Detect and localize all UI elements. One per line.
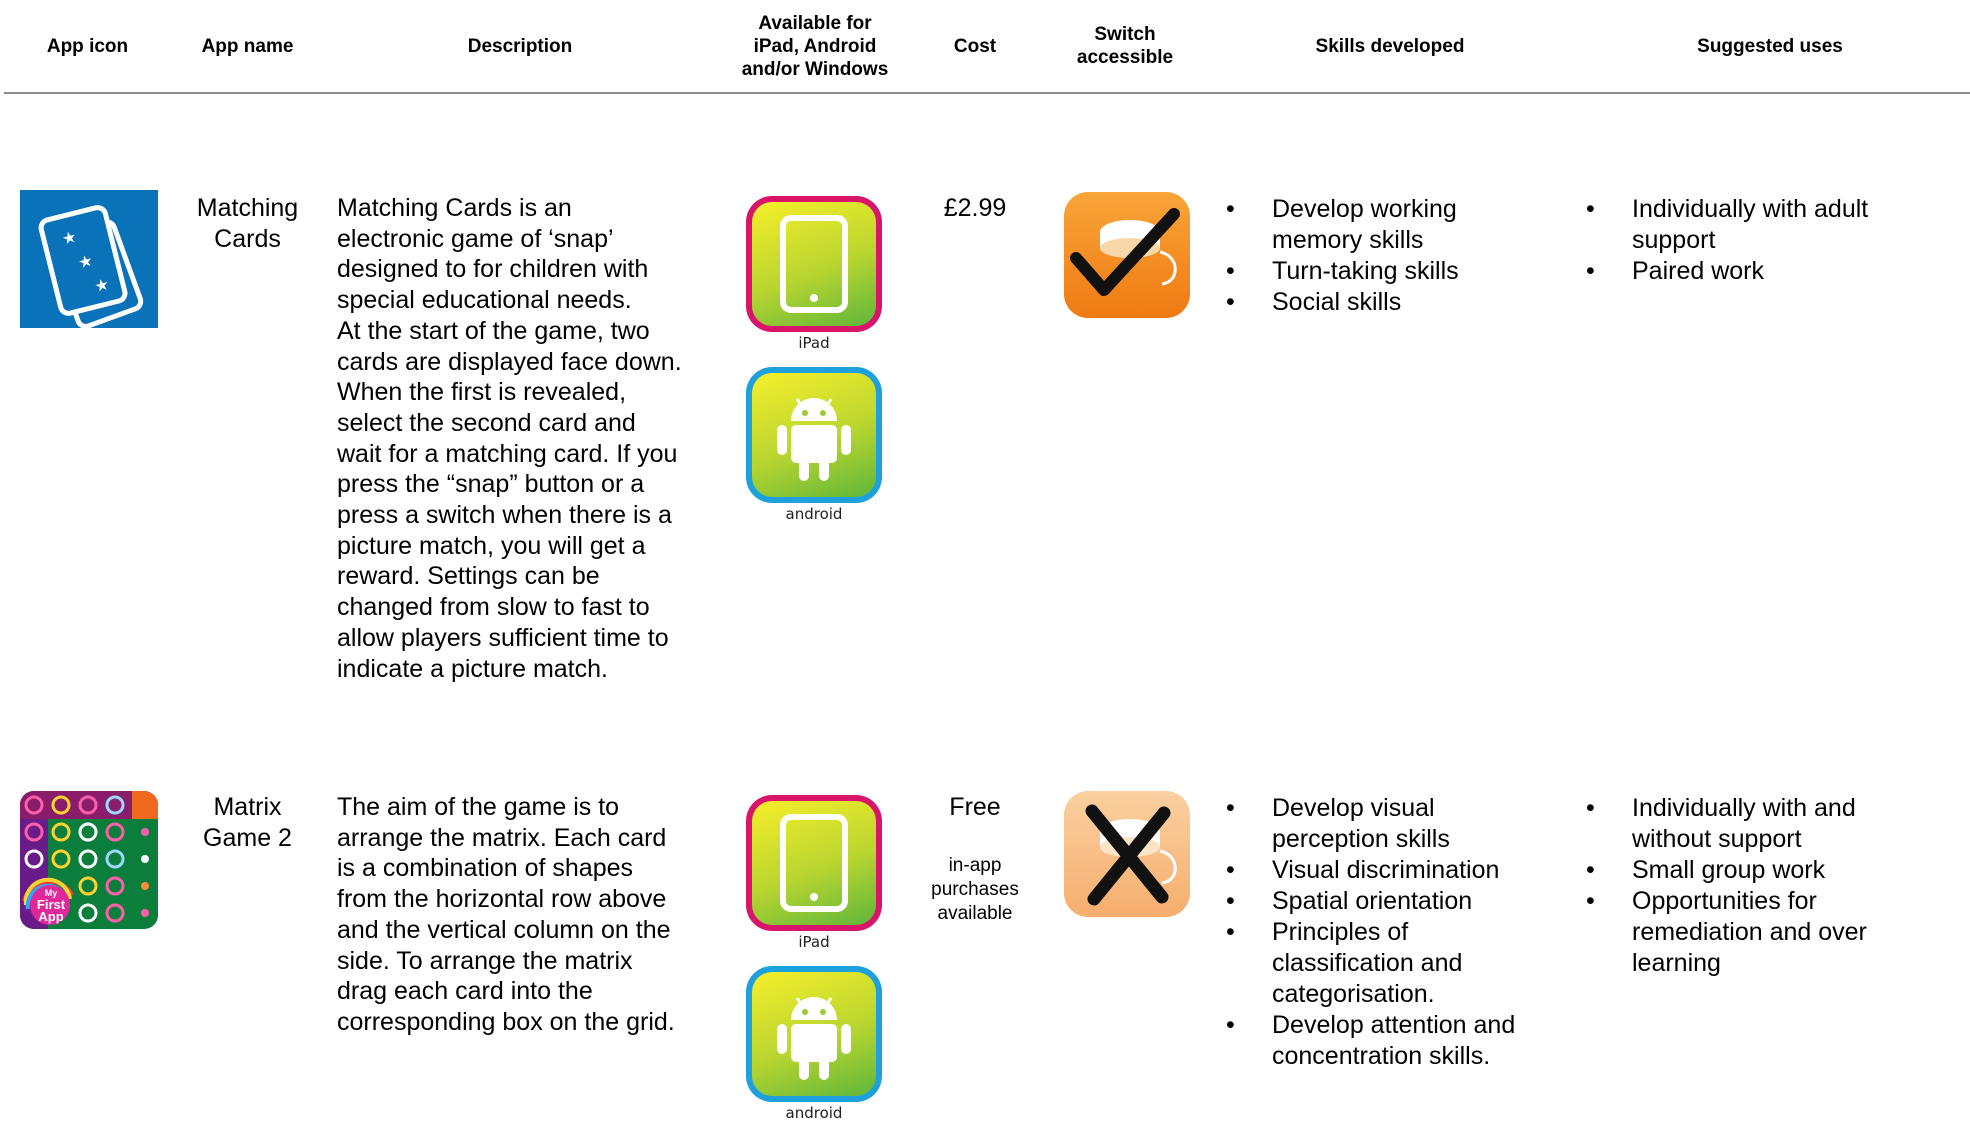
description-line: and the vertical column on the [337,915,671,944]
skill-item: Social skills [1222,287,1562,318]
uses-list: Individually with adultsupportPaired wor… [1582,194,1952,287]
tablet-icon [780,215,848,313]
app-name: Matrix Game 2 [203,793,292,852]
table-header: App icon App name Description Available … [0,0,1970,94]
skill-item: Visual discrimination [1222,855,1562,886]
app-description: Matching Cards is an electronic game of ‘… [337,193,717,684]
skill-item: Develop attention andconcentration skill… [1222,1010,1562,1072]
description-line: The aim of the game is to [337,793,620,821]
platform-ipad: iPad [744,795,884,951]
platform-label: android [785,1104,843,1122]
description-line: cards are displayed face down. [337,347,682,376]
description-line: purchases [931,879,1019,900]
description-line: wait for a matching card. If you [337,439,678,468]
cross-icon [1085,804,1177,906]
skill-item: Principles ofclassification andcategoris… [1222,917,1562,1010]
description-line: is a combination of shapes [337,854,634,883]
cost-note: in-app purchases available [920,854,1030,926]
my-first-app-logo: My First App [36,888,66,924]
skills-list: Develop visualperception skillsVisual di… [1222,793,1562,1072]
cost-value: Free [949,793,1001,821]
switch-accessible-yes [1064,192,1190,318]
android-robot-icon [777,997,851,1080]
description-line: press a switch when there is a [337,501,672,530]
platform-label: android [785,505,843,523]
use-item: Individually with adultsupport [1582,194,1952,256]
description-line: available [937,903,1013,924]
description-line: side. To arrange the matrix [337,946,633,975]
use-item: Paired work [1582,256,1952,287]
description-line: arrange the matrix. Each card [337,823,667,852]
app-name: Matching Cards [196,194,299,253]
description-line: At the start of the game, two [337,316,650,345]
platform-label: iPad [798,933,830,951]
description-line: select the second card and [337,408,636,437]
description-line: corresponding box on the grid. [337,1007,675,1036]
description-line: special educational needs. [337,286,632,315]
matrix-game-app-icon: My First App [20,791,158,929]
cost-value: £2.99 [943,194,1007,222]
description-line: indicate a picture match. [337,654,608,683]
platform-android: android [744,367,884,523]
description-line: picture match, you will get a [337,531,646,560]
description-line: reward. Settings can be [337,562,600,591]
tablet-icon [780,814,848,912]
description-line: in-app [948,855,1002,876]
description-line: When the first is revealed, [337,378,627,407]
platform-label: iPad [798,334,830,352]
switch-accessible-no [1064,791,1190,917]
header-skills: Skills developed [1315,35,1465,57]
header-uses: Suggested uses [1697,35,1843,57]
use-item: Small group work [1582,855,1952,886]
description-line: allow players sufficient time to [337,623,669,652]
app-description: The aim of the game is to arrange the mat… [337,792,717,1038]
header-available: Available for iPad, Android and/or Windo… [741,12,889,80]
skill-item: Develop visualperception skills [1222,793,1562,855]
description-line: electronic game of ‘snap’ [337,224,614,253]
header-switch-accessible: Switch accessible [1076,24,1174,68]
description-line: from the horizontal row above [337,885,667,914]
matching-cards-app-icon: ★ ★ ★ [20,190,158,328]
description-line: Matching Cards is an [337,194,572,222]
description-line: press the “snap” button or a [337,470,645,499]
skills-list: Develop workingmemory skillsTurn-taking … [1222,194,1562,318]
description-line: drag each card into the [337,977,593,1006]
header-description: Description [467,35,573,57]
skill-item: Turn-taking skills [1222,256,1562,287]
skill-item: Spatial orientation [1222,886,1562,917]
header-cost: Cost [953,35,997,57]
header-app-name: App name [201,35,294,57]
header-divider [4,92,1970,94]
platform-ipad: iPad [744,196,884,352]
description-line: changed from slow to fast to [337,593,650,622]
header-app-icon: App icon [46,35,129,57]
use-item: Opportunities forremediation and overlea… [1582,886,1952,979]
android-robot-icon [777,398,851,481]
platform-android: android [744,966,884,1122]
use-item: Individually with andwithout support [1582,793,1952,855]
uses-list: Individually with andwithout supportSmal… [1582,793,1952,979]
cards-icon: ★ ★ ★ [38,205,144,328]
tick-icon [1070,208,1180,296]
skill-item: Develop workingmemory skills [1222,194,1562,256]
description-line: designed to for children with [337,255,649,284]
